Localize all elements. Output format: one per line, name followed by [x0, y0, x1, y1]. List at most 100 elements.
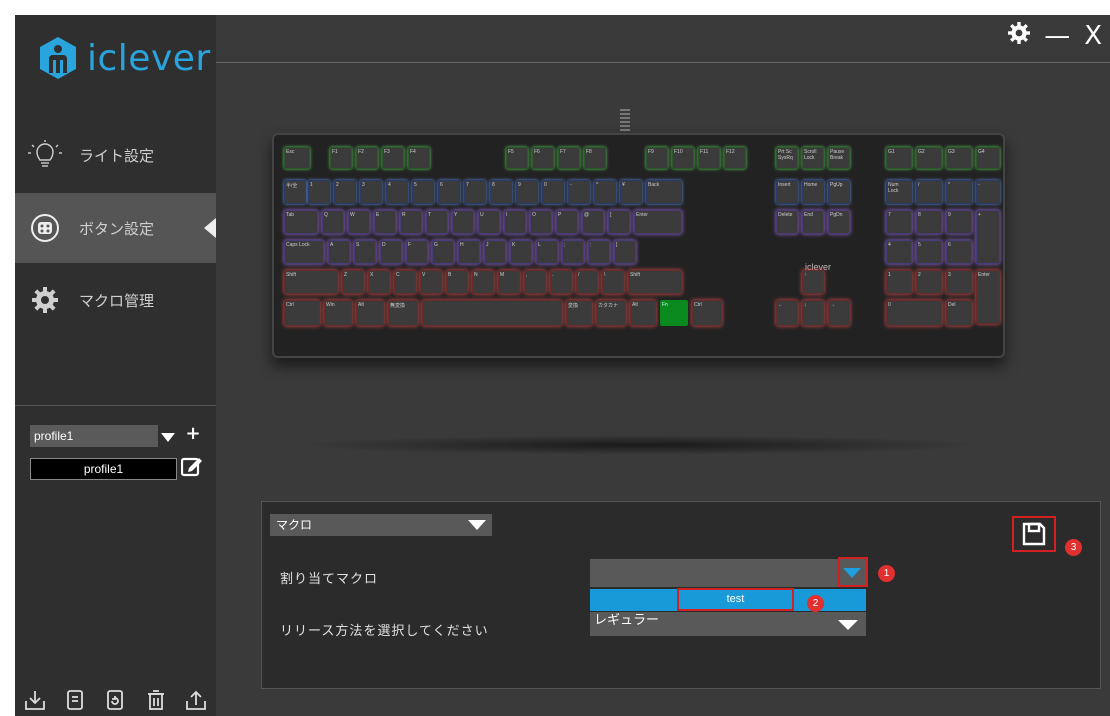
keyboard-key[interactable]: 6 [946, 240, 972, 264]
keyboard-key[interactable]: * [946, 180, 972, 204]
keyboard-key[interactable]: F3 [382, 147, 404, 169]
keyboard-key[interactable]: 9 [946, 210, 972, 234]
keyboard-key[interactable]: [ [608, 210, 630, 234]
trash-icon[interactable] [143, 687, 169, 713]
edit-icon[interactable] [180, 455, 203, 477]
keyboard-key[interactable]: U [478, 210, 500, 234]
keyboard-key[interactable]: Caps Lock [284, 240, 324, 264]
refresh-doc-icon[interactable] [102, 687, 128, 713]
keyboard-key[interactable]: F9 [646, 147, 668, 169]
keyboard-key[interactable]: 無変換 [388, 300, 418, 326]
keyboard-key[interactable] [422, 300, 562, 326]
keyboard-key[interactable]: G2 [916, 147, 942, 169]
keyboard-key[interactable]: @ [582, 210, 604, 234]
keyboard-key[interactable]: 3 [360, 180, 382, 204]
keyboard-key[interactable]: N [472, 270, 494, 294]
keyboard-key[interactable]: F5 [506, 147, 528, 169]
keyboard-key[interactable]: Fn [660, 300, 688, 326]
keyboard-key[interactable]: B [446, 270, 468, 294]
keyboard-key[interactable]: 5 [412, 180, 434, 204]
chevron-down-icon[interactable] [468, 520, 486, 530]
keyboard-key[interactable]: J [484, 240, 506, 264]
keyboard-key[interactable]: O [530, 210, 552, 234]
sidebar-item-button-settings[interactable]: ボタン設定 [15, 193, 216, 263]
document-icon[interactable] [62, 687, 88, 713]
keyboard-key[interactable]: H [458, 240, 480, 264]
keyboard-key[interactable]: F8 [584, 147, 606, 169]
keyboard-key[interactable]: Insert [776, 180, 798, 204]
keyboard-key[interactable]: Shift [284, 270, 338, 294]
settings-icon[interactable] [1008, 21, 1031, 51]
keyboard-key[interactable]: Back [646, 180, 682, 204]
keyboard-key[interactable]: 5 [916, 240, 942, 264]
keyboard-key[interactable]: Win [324, 300, 352, 326]
keyboard-key[interactable]: 1 [308, 180, 330, 204]
keyboard-key[interactable]: K [510, 240, 532, 264]
keyboard-key[interactable]: X [368, 270, 390, 294]
keyboard-key[interactable]: 4 [886, 240, 912, 264]
keyboard-key[interactable]: L [536, 240, 558, 264]
keyboard-key[interactable]: D [380, 240, 402, 264]
keyboard-key[interactable]: F6 [532, 147, 554, 169]
keyboard-key[interactable]: Alt [356, 300, 384, 326]
keyboard-key[interactable]: ¥ [620, 180, 642, 204]
sidebar-item-light-settings[interactable]: ライト設定 [15, 120, 216, 190]
chevron-down-icon[interactable] [843, 568, 861, 578]
keyboard-key[interactable]: 6 [438, 180, 460, 204]
macro-select[interactable] [590, 559, 866, 587]
keyboard-key[interactable]: V [420, 270, 442, 294]
import-icon[interactable] [22, 687, 48, 713]
chevron-down-icon[interactable] [838, 620, 858, 630]
keyboard-key[interactable]: F10 [672, 147, 694, 169]
keyboard-key[interactable]: F1 [330, 147, 352, 169]
keyboard-key[interactable]: F7 [558, 147, 580, 169]
keyboard-key[interactable]: 8 [490, 180, 512, 204]
keyboard-key[interactable]: ; [562, 240, 584, 264]
keyboard-key[interactable]: Del [946, 300, 972, 326]
keyboard-key[interactable]: F11 [698, 147, 720, 169]
keyboard-key[interactable]: . [550, 270, 572, 294]
keyboard-key[interactable]: 8 [916, 210, 942, 234]
keyboard-key[interactable]: PgUp [828, 180, 850, 204]
keyboard-key[interactable]: 2 [916, 270, 942, 294]
keyboard-key[interactable]: G4 [976, 147, 1000, 169]
keyboard-key[interactable]: PgDn [828, 210, 850, 234]
keyboard-key[interactable]: Prt Sc SysRq [776, 147, 798, 169]
keyboard-key[interactable]: Enter [976, 270, 1000, 324]
save-button[interactable] [1012, 516, 1056, 552]
keyboard-key[interactable]: Esc [284, 147, 310, 169]
keyboard-key[interactable]: ← [776, 300, 798, 326]
profile-name-field[interactable]: profile1 [30, 458, 177, 480]
keyboard-key[interactable]: Shift [628, 270, 682, 294]
keyboard-key[interactable]: / [576, 270, 598, 294]
keyboard-key[interactable]: : [588, 240, 610, 264]
keyboard-key[interactable]: End [802, 210, 824, 234]
keyboard-key[interactable]: 1 [886, 270, 912, 294]
keyboard-key[interactable]: , [524, 270, 546, 294]
keyboard-key[interactable]: ] [614, 240, 636, 264]
function-type-select[interactable]: マクロ [270, 514, 492, 536]
keyboard-key[interactable]: → [828, 300, 850, 326]
profile-select[interactable]: profile1 [30, 425, 158, 447]
keyboard-key[interactable]: S [354, 240, 376, 264]
keyboard-key[interactable]: 3 [946, 270, 972, 294]
keyboard-key[interactable]: 7 [464, 180, 486, 204]
keyboard-key[interactable]: Ctrl [692, 300, 722, 326]
keyboard-key[interactable]: 0 [542, 180, 564, 204]
keyboard-key[interactable]: M [498, 270, 520, 294]
keyboard-key[interactable]: Delete [776, 210, 798, 234]
minimize-button[interactable]: — [1044, 21, 1070, 51]
keyboard-key[interactable]: Enter [634, 210, 682, 234]
keyboard-key[interactable]: G [432, 240, 454, 264]
add-profile-button[interactable]: + [185, 423, 201, 444]
keyboard-key[interactable]: Home [802, 180, 824, 204]
keyboard-key[interactable]: Num Lock [886, 180, 912, 204]
keyboard-key[interactable]: 0 [886, 300, 942, 326]
keyboard-key[interactable]: ^ [594, 180, 616, 204]
keyboard-key[interactable]: Z [342, 270, 364, 294]
keyboard-key[interactable]: - [976, 180, 1000, 204]
keyboard-key[interactable]: 7 [886, 210, 912, 234]
keyboard-key[interactable]: Pause Break [828, 147, 850, 169]
keyboard-key[interactable]: F4 [408, 147, 430, 169]
close-button[interactable]: X [1084, 21, 1102, 51]
